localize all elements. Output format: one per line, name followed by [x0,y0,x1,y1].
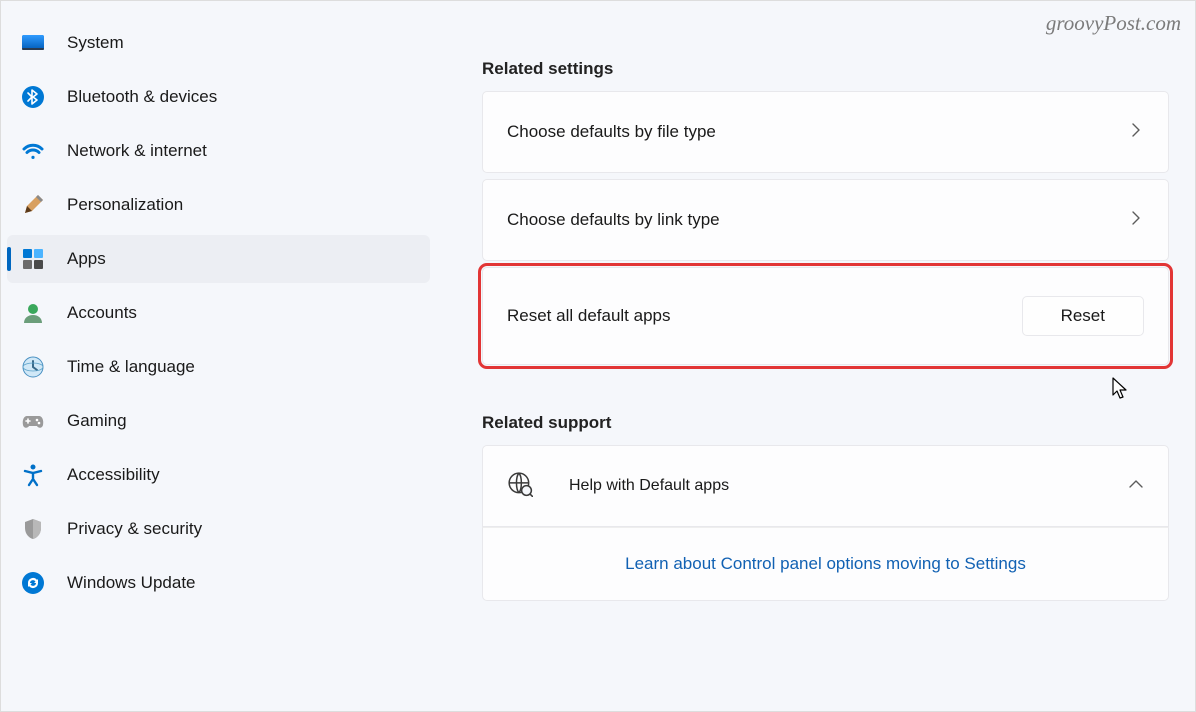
learn-link-row: Learn about Control panel options moving… [482,527,1169,601]
sidebar-item-label: System [67,33,124,53]
system-icon [21,31,45,55]
settings-window: System Bluetooth & devices Network & int… [1,1,1195,711]
accessibility-icon [21,463,45,487]
sidebar-item-system[interactable]: System [7,19,430,67]
main-content: Related settings Choose defaults by file… [436,1,1195,711]
gaming-icon [21,409,45,433]
sidebar-item-label: Bluetooth & devices [67,87,217,107]
choose-defaults-link-type-row[interactable]: Choose defaults by link type [482,179,1169,261]
sidebar-item-label: Apps [67,249,106,269]
personalization-icon [21,193,45,217]
sidebar-item-label: Network & internet [67,141,207,161]
row-title: Choose defaults by link type [507,210,720,230]
sidebar-item-gaming[interactable]: Gaming [7,397,430,445]
privacy-security-icon [21,517,45,541]
choose-defaults-file-type-row[interactable]: Choose defaults by file type [482,91,1169,173]
bluetooth-icon [21,85,45,109]
sidebar-item-label: Accessibility [67,465,160,485]
time-language-icon [21,355,45,379]
sidebar-item-windows-update[interactable]: Windows Update [7,559,430,607]
sidebar-item-bluetooth[interactable]: Bluetooth & devices [7,73,430,121]
sidebar-item-label: Accounts [67,303,137,323]
sidebar-item-network[interactable]: Network & internet [7,127,430,175]
globe-help-icon [507,471,533,502]
accounts-icon [21,301,45,325]
sidebar-item-accounts[interactable]: Accounts [7,289,430,337]
sidebar-item-privacy-security[interactable]: Privacy & security [7,505,430,553]
help-default-apps-row[interactable]: Help with Default apps [482,445,1169,527]
apps-icon [21,247,45,271]
sidebar-item-label: Windows Update [67,573,196,593]
sidebar-item-label: Time & language [67,357,195,377]
chevron-right-icon [1128,122,1144,143]
sidebar-item-label: Personalization [67,195,183,215]
row-title: Reset all default apps [507,306,671,326]
chevron-up-icon [1128,476,1144,497]
reset-defaults-row: Reset all default apps Reset [482,267,1169,365]
sidebar-item-accessibility[interactable]: Accessibility [7,451,430,499]
sidebar-nav: System Bluetooth & devices Network & int… [1,1,436,711]
related-support-header: Related support [482,413,1169,433]
related-settings-header: Related settings [482,59,1169,79]
chevron-right-icon [1128,210,1144,231]
windows-update-icon [21,571,45,595]
row-title: Choose defaults by file type [507,122,716,142]
watermark-text: groovyPost.com [1046,11,1181,36]
sidebar-item-apps[interactable]: Apps [7,235,430,283]
reset-button[interactable]: Reset [1022,296,1144,336]
sidebar-item-personalization[interactable]: Personalization [7,181,430,229]
sidebar-item-label: Privacy & security [67,519,202,539]
sidebar-item-time-language[interactable]: Time & language [7,343,430,391]
network-icon [21,139,45,163]
learn-control-panel-link[interactable]: Learn about Control panel options moving… [625,554,1026,574]
row-title: Help with Default apps [569,477,729,495]
sidebar-item-label: Gaming [67,411,127,431]
